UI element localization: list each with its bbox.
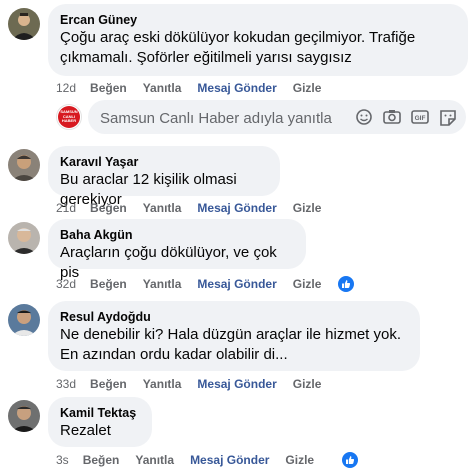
comment-actions: 3s Beğen Yanıtla Mesaj Gönder Gizle (56, 452, 330, 468)
reply-link[interactable]: Yanıtla (143, 200, 182, 216)
emoji-icon[interactable] (354, 108, 374, 126)
page-logo-word: HABER (61, 118, 77, 124)
reply-box[interactable]: GIF (88, 100, 466, 136)
send-message-link[interactable]: Mesaj Gönder (197, 200, 276, 216)
hide-link[interactable]: Gizle (293, 80, 322, 96)
like-link[interactable]: Beğen (90, 376, 127, 392)
comment-actions: 33d Beğen Yanıtla Mesaj Gönder Gizle (56, 376, 337, 392)
send-message-link[interactable]: Mesaj Gönder (197, 276, 276, 292)
svg-text:GIF: GIF (415, 115, 426, 122)
like-link[interactable]: Beğen (90, 80, 127, 96)
avatar[interactable] (8, 149, 40, 181)
hide-link[interactable]: Gizle (293, 376, 322, 392)
send-message-link[interactable]: Mesaj Gönder (197, 80, 276, 96)
hide-link[interactable]: Gizle (285, 452, 314, 468)
hide-link[interactable]: Gizle (293, 276, 322, 292)
comment-author[interactable]: Ercan Güney (60, 12, 456, 28)
comment-actions: 12d Beğen Yanıtla Mesaj Gönder Gizle (56, 80, 337, 96)
like-link[interactable]: Beğen (90, 200, 127, 216)
comment-author[interactable]: Baha Akgün (60, 227, 294, 243)
comment-author[interactable]: Resul Aydoğdu (60, 309, 408, 325)
reply-link[interactable]: Yanıtla (143, 376, 182, 392)
comment-actions: 21d Beğen Yanıtla Mesaj Gönder Gizle (56, 200, 337, 216)
comment-bubble: Kamil Tektaş Rezalet (48, 397, 152, 447)
avatar[interactable] (8, 304, 40, 336)
sticker-icon[interactable] (438, 108, 458, 126)
comment-text: Çoğu araç eski dökülüyor kokudan geçilmi… (60, 29, 416, 66)
comment-time[interactable]: 21d (56, 200, 76, 216)
like-reaction-icon[interactable] (342, 452, 358, 468)
comment-time[interactable]: 3s (56, 452, 69, 468)
comment-bubble: Ercan Güney Çoğu araç eski dökülüyor kok… (48, 4, 468, 76)
comment-time[interactable]: 12d (56, 80, 76, 96)
camera-icon[interactable] (382, 108, 402, 126)
comment-text: Rezalet (60, 422, 111, 439)
gif-icon[interactable]: GIF (410, 108, 430, 126)
like-reaction-icon[interactable] (338, 276, 354, 292)
comment-author[interactable]: Kamil Tektaş (60, 405, 140, 421)
send-message-link[interactable]: Mesaj Gönder (190, 452, 269, 468)
send-message-link[interactable]: Mesaj Gönder (197, 376, 276, 392)
like-link[interactable]: Beğen (83, 452, 120, 468)
comment-text: Ne denebilir ki? Hala düzgün araçlar ile… (60, 326, 402, 363)
avatar[interactable] (8, 400, 40, 432)
comment-bubble: Karavıl Yaşar Bu araclar 12 kişilik olma… (48, 146, 280, 208)
avatar[interactable] (8, 8, 40, 40)
comment-time[interactable]: 33d (56, 376, 76, 392)
reply-link[interactable]: Yanıtla (143, 80, 182, 96)
comment-actions: 32d Beğen Yanıtla Mesaj Gönder Gizle (56, 276, 337, 292)
comment-bubble: Baha Akgün Araçların çoğu dökülüyor, ve … (48, 219, 306, 281)
comment-time[interactable]: 32d (56, 276, 76, 292)
page-logo: SAMSUN CANLI HABER (56, 104, 82, 130)
reply-link[interactable]: Yanıtla (143, 276, 182, 292)
comment-author[interactable]: Karavıl Yaşar (60, 154, 268, 170)
page-logo-mark: SAMSUN CANLI HABER (58, 106, 80, 128)
reply-link[interactable]: Yanıtla (135, 452, 174, 468)
reply-input[interactable] (98, 100, 342, 136)
hide-link[interactable]: Gizle (293, 200, 322, 216)
like-link[interactable]: Beğen (90, 276, 127, 292)
comment-bubble: Resul Aydoğdu Ne denebilir ki? Hala düzg… (48, 301, 420, 371)
avatar[interactable] (8, 222, 40, 254)
